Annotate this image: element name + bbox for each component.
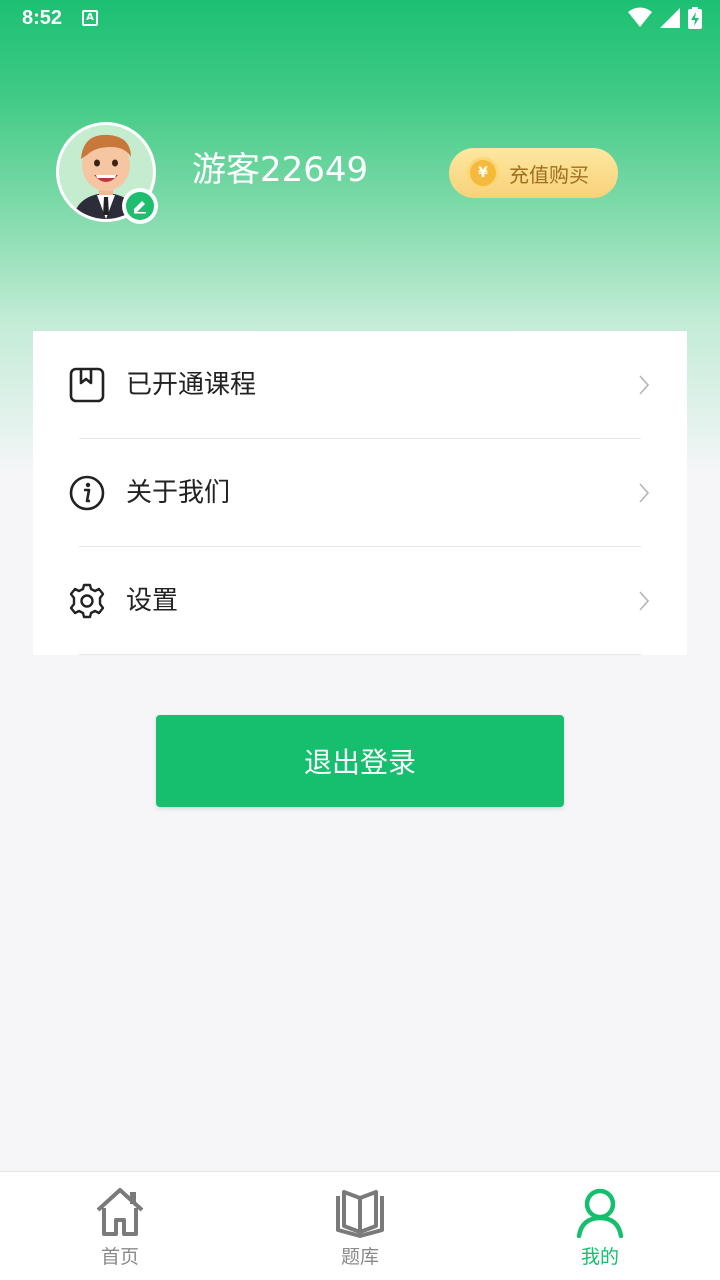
tab-label: 首页 xyxy=(100,1246,139,1268)
logout-button[interactable]: 退出登录 xyxy=(156,715,564,807)
recharge-button[interactable]: ¥ 充值购买 xyxy=(449,148,618,198)
menu-item-label: 设置 xyxy=(126,586,179,616)
user-icon xyxy=(576,1188,624,1238)
coin-icon: ¥ xyxy=(467,157,499,189)
notification-icon: A xyxy=(82,10,98,26)
menu-item-courses[interactable]: 已开通课程 xyxy=(33,331,687,439)
bottom-tab-bar: 首页 题库 我的 xyxy=(0,1171,720,1280)
divider xyxy=(79,654,641,655)
wifi-icon xyxy=(628,7,652,27)
recharge-label: 充值购买 xyxy=(509,162,589,187)
menu-card: 已开通课程 关于我们 设置 xyxy=(33,331,687,655)
tab-mine[interactable]: 我的 xyxy=(480,1172,720,1280)
status-icons xyxy=(628,7,702,29)
status-bar: 8:52 A xyxy=(0,0,720,40)
avatar[interactable] xyxy=(56,122,158,224)
battery-icon xyxy=(688,7,702,29)
tab-label: 题库 xyxy=(340,1246,379,1268)
pencil-icon xyxy=(134,201,146,214)
menu-item-label: 已开通课程 xyxy=(126,370,257,400)
bookmark-icon xyxy=(69,367,105,403)
chevron-right-icon xyxy=(639,591,650,611)
edit-avatar-button[interactable] xyxy=(122,188,158,224)
gear-icon xyxy=(69,583,105,619)
chevron-right-icon xyxy=(639,483,650,503)
status-time: 8:52 xyxy=(22,7,63,29)
chevron-right-icon xyxy=(639,375,650,395)
signal-icon xyxy=(660,8,680,28)
menu-item-about[interactable]: 关于我们 xyxy=(33,439,687,547)
menu-item-settings[interactable]: 设置 xyxy=(33,547,687,655)
info-icon xyxy=(69,475,105,511)
menu-item-label: 关于我们 xyxy=(126,478,231,508)
tab-question-bank[interactable]: 题库 xyxy=(240,1172,480,1280)
home-icon xyxy=(96,1188,144,1236)
tab-home[interactable]: 首页 xyxy=(0,1172,240,1280)
book-icon xyxy=(336,1190,384,1238)
username: 游客22649 xyxy=(192,150,369,190)
tab-label: 我的 xyxy=(580,1246,619,1268)
